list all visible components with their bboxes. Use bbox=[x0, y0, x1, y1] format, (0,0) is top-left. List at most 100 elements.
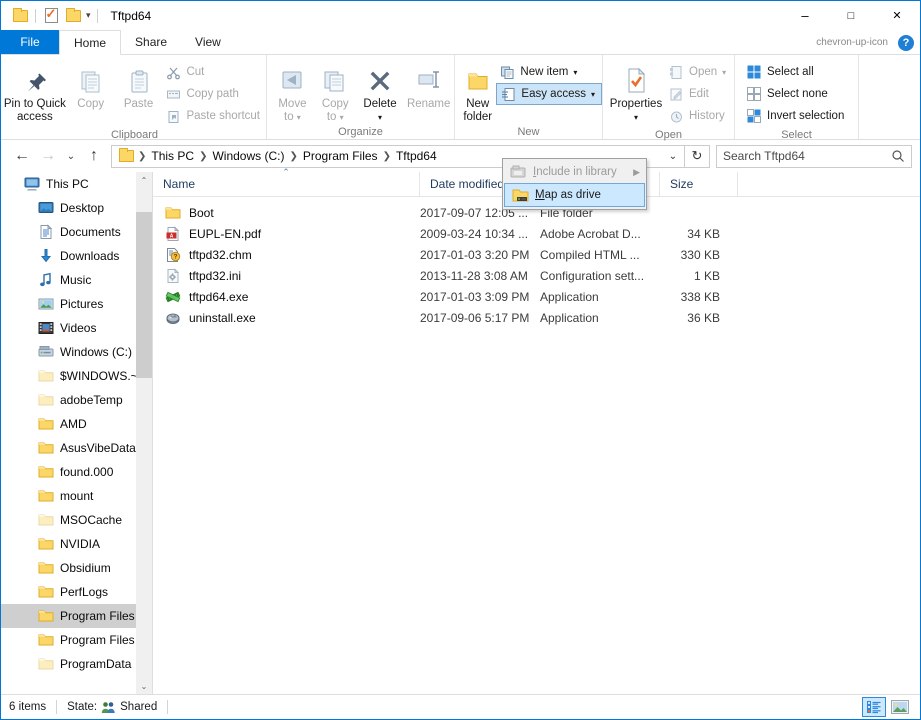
qat-properties-icon[interactable] bbox=[40, 5, 62, 27]
sidebar-item-msocache[interactable]: MSOCache bbox=[1, 508, 152, 532]
search-box[interactable]: Search Tftpd64 bbox=[716, 144, 912, 168]
menu-item-include-in-library[interactable]: Include in library ▶ bbox=[503, 161, 646, 183]
sidebar-item-obsidium[interactable]: Obsidium bbox=[1, 556, 152, 580]
edit-button[interactable]: Edit bbox=[665, 83, 732, 105]
breadcrumb-separator[interactable]: ❯ bbox=[197, 151, 209, 162]
copy-button[interactable]: Copy bbox=[67, 60, 115, 111]
properties-button[interactable]: Properties ▾ bbox=[607, 60, 665, 124]
easy-access-chevron-down-icon[interactable]: ▾ bbox=[591, 90, 595, 99]
table-row[interactable]: ? tftpd32.chm 2017-01-03 3:20 PM Compiled H… bbox=[153, 244, 920, 265]
sidebar-item-pictures[interactable]: Pictures bbox=[1, 292, 152, 316]
scroll-up-arrow-icon[interactable]: ⌃ bbox=[136, 172, 152, 188]
scroll-down-arrow-icon[interactable]: ⌄ bbox=[136, 678, 152, 694]
sidebar-item-asusvibedata[interactable]: AsusVibeData bbox=[1, 436, 152, 460]
easy-access-button[interactable]: Easy access ▾ bbox=[496, 83, 602, 105]
table-row[interactable]: A EUPL-EN.pdf 2009-03-24 10:34 ... Adobe Ac… bbox=[153, 223, 920, 244]
breadcrumb-separator[interactable]: ❯ bbox=[381, 151, 393, 162]
details-view-icon[interactable] bbox=[862, 697, 886, 717]
sidebar-item-downloads[interactable]: Downloads bbox=[1, 244, 152, 268]
breadcrumb-item-this-pc[interactable]: This PC bbox=[148, 149, 197, 163]
breadcrumb-item-windows-c[interactable]: Windows (C:) bbox=[209, 149, 287, 163]
new-folder-button[interactable]: New folder bbox=[459, 60, 496, 124]
select-all-button[interactable]: Select all bbox=[743, 61, 850, 83]
paste-shortcut-icon bbox=[165, 108, 181, 124]
copy-path-button[interactable]: Copy path bbox=[162, 83, 266, 105]
invert-selection-button[interactable]: Invert selection bbox=[743, 105, 850, 127]
help-icon[interactable]: ? bbox=[898, 34, 914, 51]
back-button[interactable]: ← bbox=[9, 144, 35, 168]
delete-button[interactable]: Delete ▾ bbox=[357, 60, 404, 124]
new-item-button[interactable]: New item ▾ bbox=[496, 61, 602, 83]
history-button[interactable]: History bbox=[665, 105, 732, 127]
column-header-filler bbox=[738, 172, 920, 197]
copy-to-button[interactable]: Copy to ▾ bbox=[314, 60, 357, 124]
cut-button[interactable]: Cut bbox=[162, 61, 266, 83]
sidebar-item-label: adobeTemp bbox=[60, 393, 123, 407]
sidebar-item-desktop[interactable]: Desktop bbox=[1, 196, 152, 220]
search-input[interactable]: Search Tftpd64 bbox=[723, 149, 891, 163]
breadcrumb-item-program-files[interactable]: Program Files bbox=[300, 149, 381, 163]
uninstall-icon bbox=[163, 310, 183, 326]
sidebar-item-this-pc[interactable]: This PC bbox=[1, 172, 152, 196]
minimize-button[interactable]: – bbox=[782, 1, 828, 30]
sidebar-item-documents[interactable]: Documents bbox=[1, 220, 152, 244]
new-item-chevron-down-icon[interactable]: ▾ bbox=[573, 68, 577, 77]
breadcrumb-separator[interactable]: ❯ bbox=[287, 151, 299, 162]
paste-shortcut-button[interactable]: Paste shortcut bbox=[162, 105, 266, 127]
up-button[interactable]: ↑ bbox=[81, 144, 107, 168]
sidebar-item-windows-c[interactable]: Windows (C:) bbox=[1, 340, 152, 364]
open-chevron-down-icon[interactable]: ▾ bbox=[722, 68, 726, 77]
column-header-name[interactable]: ⌃ Name bbox=[153, 167, 420, 197]
tab-file[interactable]: File bbox=[1, 30, 59, 54]
navigation-scrollbar[interactable]: ⌃ ⌄ bbox=[136, 172, 152, 694]
breadcrumb-item-tftpd64[interactable]: Tftpd64 bbox=[393, 149, 440, 163]
address-dropdown-chevron-down-icon[interactable]: ⌄ bbox=[662, 151, 684, 162]
open-label: Open bbox=[689, 66, 718, 78]
copy-to-label: Copy to ▾ bbox=[321, 98, 349, 123]
sidebar-item-found-000[interactable]: found.000 bbox=[1, 460, 152, 484]
sidebar-item-programdata[interactable]: ProgramData bbox=[1, 652, 152, 676]
move-to-button[interactable]: Move to ▾ bbox=[271, 60, 314, 124]
sidebar-item-adobetemp[interactable]: adobeTemp bbox=[1, 388, 152, 412]
system-menu-folder-icon[interactable] bbox=[9, 5, 31, 27]
large-icons-view-icon[interactable] bbox=[888, 697, 912, 717]
scrollbar-thumb[interactable] bbox=[136, 212, 152, 378]
rename-button[interactable]: Rename bbox=[403, 60, 454, 111]
qat-customize-chevron-down-icon[interactable]: ▾ bbox=[84, 10, 93, 21]
breadcrumb-separator[interactable]: ❯ bbox=[136, 151, 148, 162]
qat-new-folder-icon[interactable] bbox=[62, 5, 84, 27]
tab-share[interactable]: Share bbox=[121, 30, 181, 54]
select-none-button[interactable]: Select none bbox=[743, 83, 850, 105]
properties-checkmark-icon bbox=[621, 62, 651, 96]
sidebar-item-videos[interactable]: Videos bbox=[1, 316, 152, 340]
copy-to-icon bbox=[320, 62, 350, 96]
table-row[interactable]: tftpd32.ini 2013-11-28 3:08 AM Configurati… bbox=[153, 265, 920, 286]
open-button[interactable]: Open ▾ bbox=[665, 61, 732, 83]
sidebar-item-amd[interactable]: AMD bbox=[1, 412, 152, 436]
svg-text:A: A bbox=[170, 233, 174, 239]
table-row[interactable]: uninstall.exe 2017-09-06 5:17 PM Applicati… bbox=[153, 307, 920, 328]
menu-item-map-as-drive[interactable]: Map as drive bbox=[504, 183, 645, 207]
maximize-button[interactable]: □ bbox=[828, 1, 874, 30]
sidebar-item-perflogs[interactable]: PerfLogs bbox=[1, 580, 152, 604]
refresh-button[interactable]: ↻ bbox=[685, 144, 710, 168]
pin-to-quick-access-button[interactable]: Pin to Quick access bbox=[3, 60, 67, 124]
search-icon[interactable] bbox=[891, 149, 905, 163]
collapse-ribbon-chevron-up-icon[interactable]: chevron-up-icon bbox=[816, 37, 888, 48]
scissors-icon bbox=[165, 64, 181, 80]
sidebar-item-nvidia[interactable]: NVIDIA bbox=[1, 532, 152, 556]
sidebar-item-windows[interactable]: $WINDOWS.~ bbox=[1, 364, 152, 388]
column-header-size[interactable]: Size bbox=[660, 171, 738, 197]
sidebar-item-music[interactable]: Music bbox=[1, 268, 152, 292]
table-row[interactable]: tftpd64.exe 2017-01-03 3:09 PM Application… bbox=[153, 286, 920, 307]
close-button[interactable]: ✕ bbox=[874, 1, 920, 30]
sidebar-item-program-files[interactable]: Program Files bbox=[1, 604, 152, 628]
tab-home[interactable]: Home bbox=[59, 30, 122, 55]
forward-button[interactable]: → bbox=[35, 144, 61, 168]
sidebar-item-program-files[interactable]: Program Files bbox=[1, 628, 152, 652]
paste-button[interactable]: Paste bbox=[115, 60, 163, 111]
recent-locations-chevron-down-icon[interactable]: ⌄ bbox=[61, 144, 81, 168]
sidebar-item-mount[interactable]: mount bbox=[1, 484, 152, 508]
tab-view[interactable]: View bbox=[181, 30, 235, 54]
cell-name: tftpd64.exe bbox=[153, 289, 420, 305]
